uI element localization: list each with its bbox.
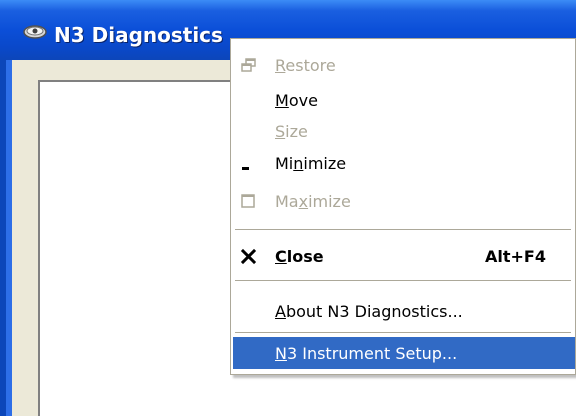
menu-item-restore[interactable]: Restore	[231, 49, 575, 81]
menu-item-about[interactable]: About N3 Diagnostics...	[231, 295, 575, 327]
menu-item-label: Maximize	[275, 192, 351, 211]
menu-item-label: Size	[275, 122, 308, 141]
close-shortcut: Alt+F4	[485, 247, 546, 266]
menu-item-size[interactable]: Size	[231, 115, 575, 147]
main-window: N3 Diagnostics Restore Move Size Minimiz…	[0, 0, 576, 416]
menu-item-label: Restore	[275, 56, 336, 75]
menu-separator	[235, 332, 571, 333]
menu-item-move[interactable]: Move	[231, 84, 575, 116]
menu-item-close[interactable]: Close Alt+F4	[231, 240, 575, 272]
menu-separator	[235, 280, 571, 281]
menu-item-label: Move	[275, 91, 318, 110]
window-left-border	[0, 60, 12, 416]
system-menu: Restore Move Size Minimize Maximize Clos…	[230, 38, 576, 375]
restore-icon	[241, 58, 256, 72]
minimize-icon	[242, 167, 249, 170]
eye-icon[interactable]	[22, 22, 48, 40]
menu-item-label: Minimize	[275, 154, 347, 173]
menu-item-label: Close	[275, 247, 324, 266]
close-icon	[240, 248, 257, 265]
menu-item-maximize[interactable]: Maximize	[231, 185, 575, 217]
window-title: N3 Diagnostics	[54, 23, 223, 47]
menu-item-label: N3 Instrument Setup...	[275, 344, 458, 363]
menu-item-instrument-setup[interactable]: N3 Instrument Setup...	[233, 337, 575, 369]
menu-item-label: About N3 Diagnostics...	[275, 302, 463, 321]
menu-separator	[235, 229, 571, 230]
menu-item-minimize[interactable]: Minimize	[231, 147, 575, 179]
maximize-icon	[241, 194, 255, 208]
